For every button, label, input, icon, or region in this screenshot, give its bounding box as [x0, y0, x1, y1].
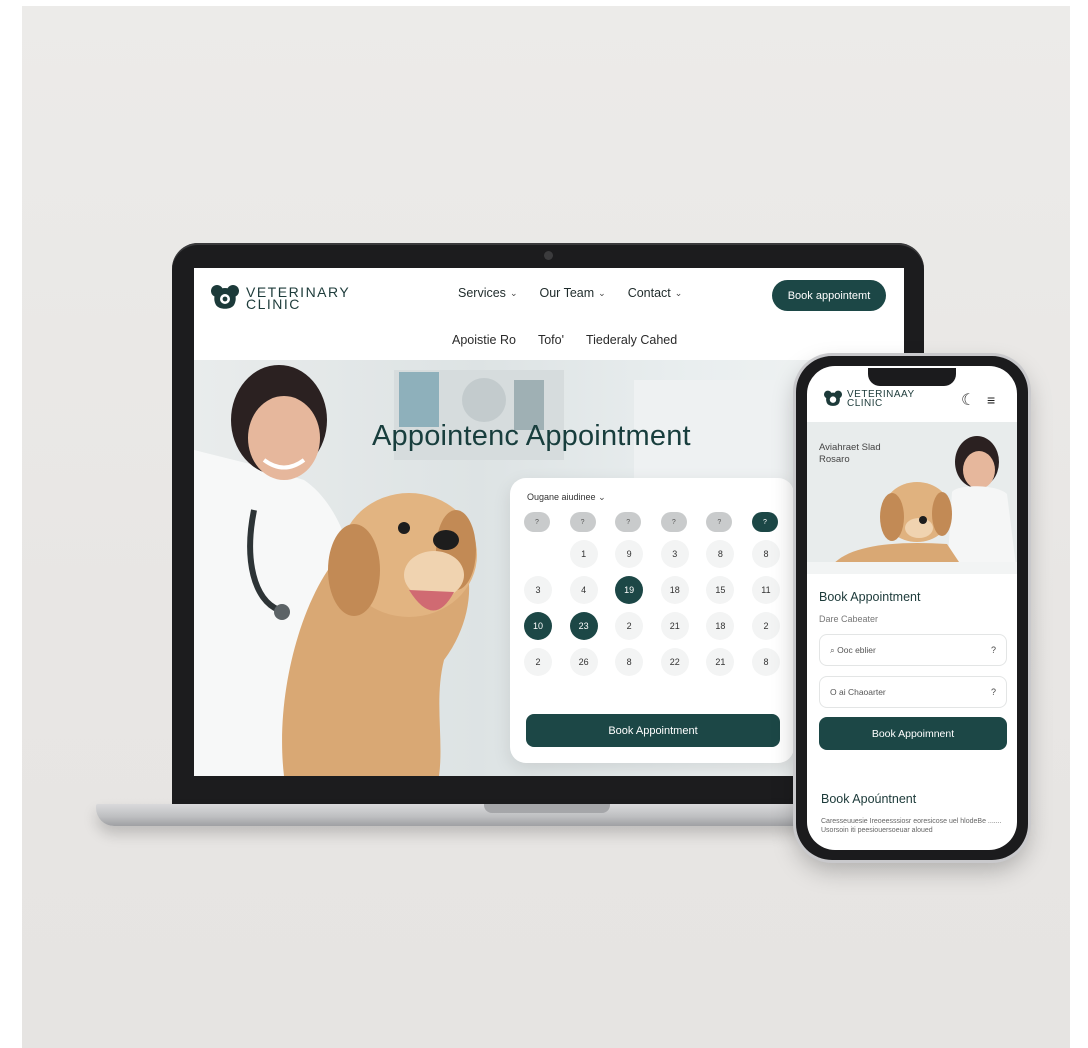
subnav-item-2[interactable]: Tofo'	[538, 333, 564, 347]
phone-field-2-icon: ?	[990, 687, 996, 697]
header-book-button[interactable]: Book appointemt	[772, 280, 886, 311]
calendar-month-label: Ougane aiudinee	[527, 492, 596, 502]
calendar-day[interactable]: 8	[751, 540, 780, 568]
calendar-day[interactable]: 21	[660, 612, 689, 640]
laptop-camera	[544, 251, 553, 260]
hero-title: Appointenc Appointment	[372, 420, 691, 452]
calendar-day[interactable]: 18	[660, 576, 689, 604]
calendar-day[interactable]: 1	[569, 540, 598, 568]
calendar-day[interactable]: 9	[615, 540, 644, 568]
calendar-weekday-head: ?	[751, 512, 778, 532]
calendar-day[interactable]: 2	[524, 648, 552, 676]
calendar-month-select[interactable]: Ougane aiudinee ⌄	[527, 492, 606, 503]
phone-dynamic-island	[868, 368, 956, 386]
chevron-down-icon: ⌄	[598, 492, 606, 502]
book-appointment-button[interactable]: Book Appointment	[526, 714, 780, 747]
chevron-down-icon: ⌄	[674, 287, 683, 298]
phone-field-1[interactable]: ⌕ Ooc eblier ?	[819, 634, 1007, 666]
site-logo[interactable]: VETERINARY CLINIC	[210, 284, 350, 312]
menu-icon[interactable]: ≡	[987, 392, 995, 408]
phone-field-2-label: O ai Chaoarter	[830, 687, 886, 697]
calendar-day[interactable]: 2	[615, 612, 644, 640]
calendar-day[interactable]: 26	[569, 648, 598, 676]
phone-screen: VETERINAAY CLINIC ☾ ≡ Aviahraet Slad Ros…	[807, 366, 1017, 850]
subnav-item-3[interactable]: Tiederaly Cahed	[586, 333, 677, 347]
calendar-day[interactable]: 11	[751, 576, 780, 604]
nav-label: Services	[458, 286, 506, 300]
phone-hero-text: Aviahraet Slad Rosaro	[819, 442, 881, 465]
calendar-day[interactable]: 23	[569, 612, 598, 640]
chevron-down-icon: ⌄	[598, 287, 606, 298]
phone-book-subtitle: Dare Cabeater	[819, 614, 879, 624]
calendar-card: Ougane aiudinee ⌄ ?????? 1 9 3 8 8 3 4 19 18 15 11 1…	[510, 478, 794, 763]
site-header: VETERINARY CLINIC Services ⌄ Our Team ⌄ …	[194, 268, 904, 360]
calendar-weekday-head: ?	[524, 512, 550, 532]
calendar-day[interactable]: 8	[751, 648, 780, 676]
calendar-day[interactable]: 15	[706, 576, 735, 604]
calendar-day[interactable]: 3	[660, 540, 689, 568]
main-nav: Services ⌄ Our Team ⌄ Contact ⌄	[458, 286, 682, 300]
nav-label: Contact	[627, 286, 671, 300]
laptop-notch	[484, 804, 610, 813]
product-mockup-stage: VETERINARY CLINIC Services ⌄ Our Team ⌄ …	[22, 6, 1070, 1048]
nav-contact[interactable]: Contact ⌄	[628, 286, 683, 300]
calendar-day[interactable]: 4	[569, 576, 598, 604]
calendar-day[interactable]: 19	[615, 576, 644, 604]
phone-small-text: Caresseuuesie Ireoeesssiosr eoresicose u…	[821, 818, 1002, 834]
calendar-day[interactable]: 21	[706, 648, 735, 676]
nav-label: Our Team	[539, 286, 595, 300]
phone-field-1-label: Ooc eblier	[837, 644, 876, 655]
phone-book-button[interactable]: Book Appoimnent	[819, 717, 1007, 750]
calendar-day[interactable]: 18	[706, 612, 735, 640]
calendar-day[interactable]: 8	[706, 540, 735, 568]
nav-our-team[interactable]: Our Team ⌄	[539, 286, 605, 300]
calendar-day[interactable]: 22	[660, 648, 689, 676]
calendar-grid: ?????? 1 9 3 8 8 3 4 19 18 15 11 10 23 2 21 18 2 2 26 8 22 21 8	[524, 510, 780, 676]
phone-logo-line-2: CLINIC	[847, 398, 883, 409]
chevron-down-icon: ⌄	[509, 287, 518, 298]
paw-logo-icon	[824, 390, 842, 406]
calendar-day[interactable]: 10	[524, 612, 552, 640]
calendar-day[interactable]: 3	[524, 576, 552, 604]
calendar-day[interactable]: 2	[751, 612, 780, 640]
calendar-weekday-head: ?	[660, 512, 687, 532]
phone-logo[interactable]: VETERINAAY CLINIC	[823, 390, 915, 409]
paw-logo-icon	[211, 285, 239, 309]
phone-book-title: Book Appointment	[819, 590, 921, 604]
nav-services[interactable]: Services ⌄	[458, 286, 517, 300]
calendar-weekday-head: ?	[569, 512, 596, 532]
phone-field-1-icon: ?	[990, 645, 996, 655]
sub-nav: Apoistie Ro Tofo' Tiederaly Cahed	[452, 333, 677, 347]
calendar-empty-cell	[524, 540, 552, 568]
phone-hero: Aviahraet Slad Rosaro	[807, 422, 1017, 574]
phone-book-title-2: Book Apoúntnent	[821, 792, 917, 806]
calendar-day[interactable]: 8	[615, 648, 644, 676]
subnav-item-1[interactable]: Apoistie Ro	[452, 333, 516, 347]
moon-icon[interactable]: ☾	[961, 390, 975, 410]
calendar-weekday-head: ?	[615, 512, 642, 532]
phone-field-2[interactable]: O ai Chaoarter ?	[819, 676, 1007, 708]
calendar-weekday-head: ?	[706, 512, 733, 532]
